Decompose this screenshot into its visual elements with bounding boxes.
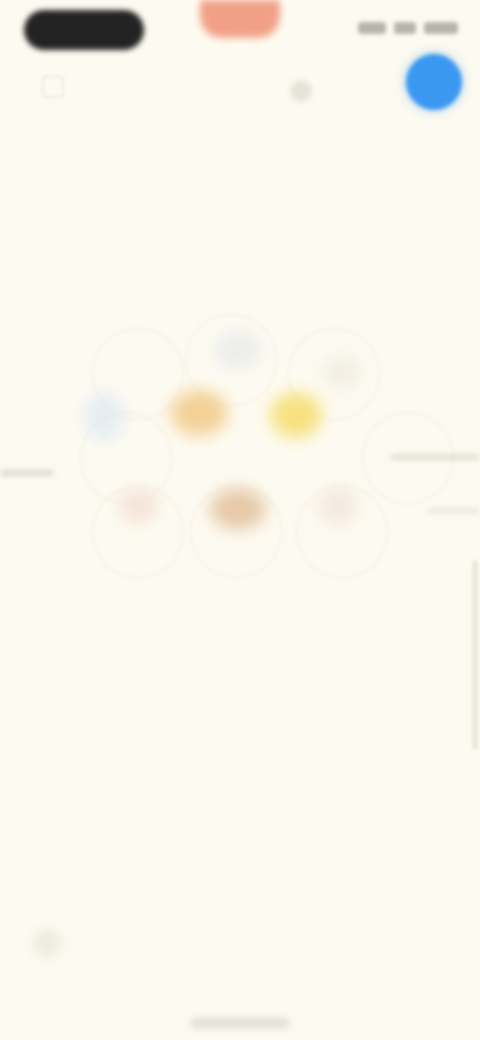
dot-icon[interactable] [290,80,312,102]
fab-button[interactable] [406,54,462,110]
status-pill [24,10,144,50]
home-indicator [190,1018,290,1028]
bottom-left-node[interactable] [118,488,158,524]
signal-icon [358,22,386,34]
top-controls [0,54,480,128]
bottom-icon[interactable] [32,928,62,958]
bottom-right-node[interactable] [318,486,358,526]
right-scrollbar[interactable] [472,560,478,750]
status-indicators [348,18,458,38]
recording-pill [200,0,280,38]
right-edge-line-2 [428,508,480,514]
square-icon[interactable] [42,76,64,98]
left-edge-line [0,470,54,476]
app-screen [0,0,480,1040]
wifi-icon [394,22,416,34]
left-node[interactable] [84,392,124,442]
battery-icon [424,22,458,34]
blurred-cluster [0,300,480,600]
top-center-node[interactable] [214,330,262,370]
bottom-center-node[interactable] [210,488,266,530]
status-bar [0,0,480,60]
right-edge-line [390,454,480,460]
center-left-yellow-node[interactable] [170,390,228,436]
right-node[interactable] [322,356,362,388]
center-right-yellow-node[interactable] [270,392,322,438]
